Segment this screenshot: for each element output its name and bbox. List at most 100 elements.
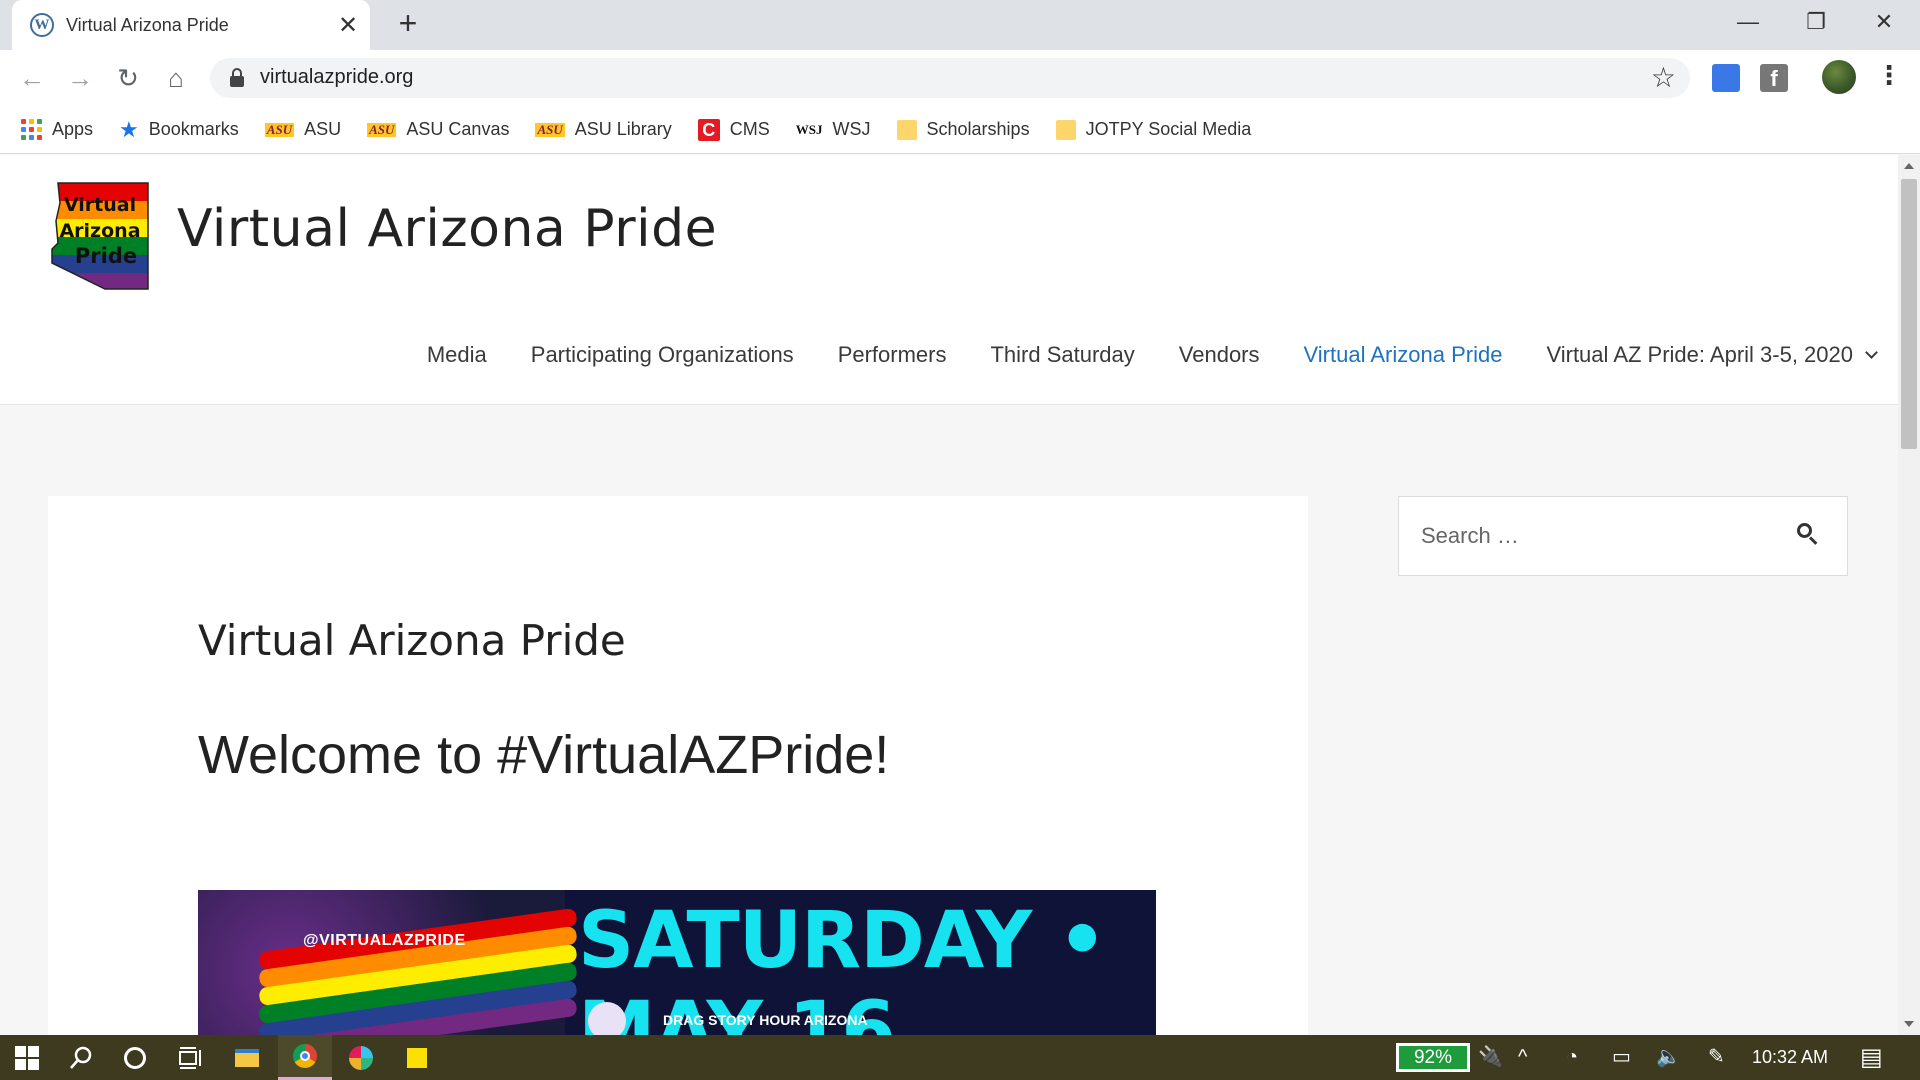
nav-item-virtual-az-pride-april[interactable]: Virtual AZ Pride: April 3-5, 2020	[1546, 342, 1878, 368]
bookmark-asu-library[interactable]: ASU ASU Library	[535, 119, 672, 140]
restore-button[interactable]: ❐	[1788, 0, 1844, 44]
bookmark-jotpy-social-media[interactable]: JOTPY Social Media	[1055, 119, 1252, 140]
bookmark-label: Scholarships	[926, 119, 1030, 139]
chrome-icon[interactable]	[278, 1035, 332, 1080]
chevron-down-icon[interactable]	[1865, 346, 1878, 359]
facebook-extension-icon[interactable]: f	[1760, 64, 1788, 92]
bookmark-label: JOTPY Social Media	[1085, 119, 1252, 139]
new-tab-button[interactable]: +	[390, 6, 426, 42]
forward-button[interactable]: →	[60, 58, 100, 98]
power-plug-icon[interactable]: 🔌	[1478, 1035, 1503, 1080]
notifications-icon[interactable]: ▤	[1860, 1035, 1883, 1080]
star-icon: ★	[119, 116, 139, 142]
bookmark-star-icon[interactable]: ☆	[1651, 61, 1676, 94]
minimize-button[interactable]: —	[1720, 0, 1776, 44]
asu-icon: ASU	[264, 121, 295, 137]
bookmark-asu[interactable]: ASU ASU	[264, 119, 342, 140]
main-navigation: Media Participating Organizations Perfor…	[405, 335, 1898, 375]
clock[interactable]: 10:32 AM	[1752, 1035, 1828, 1080]
battery-icon[interactable]: ▭	[1612, 1035, 1631, 1080]
search-icon[interactable]	[1797, 523, 1823, 549]
page-viewport: Virtual Arizona Pride Virtual Arizona Pr…	[0, 155, 1898, 1035]
url-text[interactable]: virtualazpride.org	[260, 66, 413, 89]
bookmark-label: ASU	[304, 119, 342, 139]
bookmark-label: ASU Canvas	[406, 119, 510, 139]
bookmark-asu-canvas[interactable]: ASU ASU Canvas	[367, 119, 509, 140]
address-bar[interactable]: virtualazpride.org ☆	[210, 58, 1690, 98]
site-header: Virtual Arizona Pride Virtual Arizona Pr…	[0, 155, 1898, 405]
home-button[interactable]: ⌂	[156, 58, 196, 98]
folder-icon	[896, 119, 917, 140]
extension-icon[interactable]	[1712, 64, 1740, 92]
pen-icon[interactable]: ✎	[1708, 1035, 1725, 1080]
apps-grid-icon	[20, 118, 42, 141]
tab-title: Virtual Arizona Pride	[66, 14, 229, 35]
content-area: Virtual Arizona Pride Welcome to #Virtua…	[48, 496, 1308, 1035]
bookmark-cms[interactable]: C CMS	[697, 118, 770, 141]
profile-avatar[interactable]	[1822, 60, 1856, 94]
slack-icon[interactable]	[334, 1035, 388, 1080]
bookmark-label: CMS	[729, 119, 770, 139]
chrome-menu-icon[interactable]: ⋮	[1876, 60, 1902, 91]
banner-subtitle: DRAG STORY HOUR ARIZONA	[663, 1012, 868, 1028]
wifi-icon[interactable]: ◔	[1566, 1035, 1578, 1080]
asu-icon: ASU	[535, 121, 565, 137]
bookmark-label: ASU Library	[574, 119, 672, 139]
page-title: Virtual Arizona Pride	[198, 616, 626, 665]
bookmark-apps[interactable]: Apps	[20, 118, 94, 141]
pride-flag-graphic	[198, 890, 578, 1035]
cms-icon: C	[697, 118, 720, 141]
browser-tab[interactable]: W Virtual Arizona Pride ✕	[12, 0, 370, 50]
sidebar-search	[1398, 496, 1848, 576]
logo-word-arizona: Arizona	[59, 220, 140, 242]
bookmark-label: WSJ	[832, 119, 871, 139]
close-tab-icon[interactable]: ✕	[332, 11, 364, 40]
browser-toolbar: ← → ↻ ⌂ virtualazpride.org ☆ f ⋮	[0, 50, 1920, 106]
nav-item-label: Virtual AZ Pride: April 3-5, 2020	[1546, 342, 1853, 367]
bookmark-scholarships[interactable]: Scholarships	[896, 119, 1030, 140]
logo-word-virtual: Virtual	[64, 194, 136, 216]
nav-item-media[interactable]: Media	[427, 342, 487, 368]
close-window-button[interactable]: ✕	[1856, 0, 1912, 44]
back-button[interactable]: ←	[12, 58, 52, 98]
search-icon[interactable]	[54, 1035, 108, 1080]
nav-item-vendors[interactable]: Vendors	[1179, 342, 1260, 368]
welcome-heading: Welcome to #VirtualAZPride!	[198, 725, 890, 785]
sticky-notes-icon[interactable]	[390, 1035, 444, 1080]
windows-taskbar: 92% 🔌 ^ ◔ ▭ 🔈 ✎ 10:32 AM ▤	[0, 1035, 1920, 1080]
cortana-icon[interactable]	[108, 1035, 162, 1080]
scroll-down-icon[interactable]	[1904, 1021, 1914, 1027]
file-explorer-icon[interactable]	[220, 1035, 274, 1080]
tab-strip: W Virtual Arizona Pride ✕ + — ❐ ✕	[0, 0, 1920, 50]
bookmark-bookmarks[interactable]: ★ Bookmarks	[119, 117, 239, 143]
battery-indicator[interactable]: 92%	[1396, 1043, 1470, 1072]
arizona-pride-logo[interactable]: Virtual Arizona Pride	[50, 181, 150, 291]
wsj-icon: WSJ	[795, 121, 823, 137]
search-input[interactable]	[1399, 497, 1779, 575]
page-scrollbar[interactable]	[1898, 155, 1920, 1035]
nav-item-virtual-arizona-pride[interactable]: Virtual Arizona Pride	[1304, 342, 1503, 368]
bookmarks-bar: Apps ★ Bookmarks ASU ASU ASU ASU Canvas …	[0, 106, 1920, 154]
drag-story-hour-logo-icon	[588, 1002, 626, 1035]
chevron-up-icon[interactable]: ^	[1518, 1035, 1527, 1080]
volume-icon[interactable]: 🔈	[1656, 1035, 1681, 1080]
lock-icon[interactable]	[230, 68, 244, 88]
nav-item-participating-organizations[interactable]: Participating Organizations	[531, 342, 794, 368]
nav-item-performers[interactable]: Performers	[838, 342, 947, 368]
site-title[interactable]: Virtual Arizona Pride	[177, 199, 717, 259]
scroll-up-icon[interactable]	[1904, 163, 1914, 169]
bookmark-wsj[interactable]: WSJ WSJ	[796, 119, 871, 140]
task-view-icon[interactable]	[162, 1035, 216, 1080]
folder-icon	[1055, 119, 1076, 140]
scroll-thumb[interactable]	[1901, 179, 1917, 449]
reload-button[interactable]: ↻	[108, 58, 148, 98]
bookmark-label: Bookmarks	[148, 119, 239, 139]
bookmark-label: Apps	[52, 119, 94, 139]
asu-icon: ASU	[367, 121, 397, 137]
windows-start-icon[interactable]	[0, 1035, 54, 1080]
banner-handle: @VIRTUALAZPRIDE	[303, 932, 466, 949]
event-banner-image[interactable]: @VIRTUALAZPRIDE SATURDAY • MAY 16 DRAG S…	[198, 890, 1156, 1035]
wordpress-favicon-icon: W	[30, 13, 54, 37]
nav-item-third-saturday[interactable]: Third Saturday	[990, 342, 1134, 368]
logo-word-pride: Pride	[75, 244, 137, 268]
